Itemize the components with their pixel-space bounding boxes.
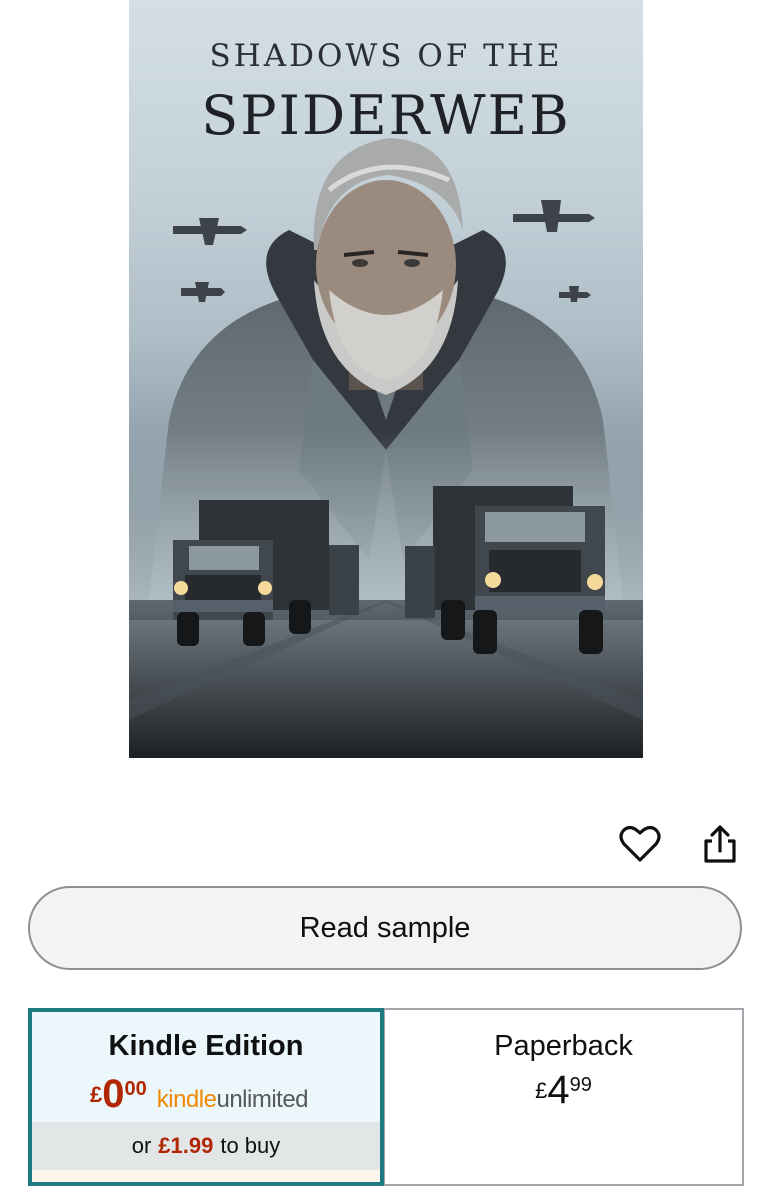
wishlist-button[interactable] bbox=[616, 820, 664, 868]
cover-title-line-2: SPIDERWEB bbox=[201, 84, 571, 147]
buy-suffix: to buy bbox=[220, 1133, 281, 1158]
share-icon bbox=[704, 825, 736, 863]
buy-option: or £1.99 to buy bbox=[32, 1122, 380, 1170]
price-whole: 0 bbox=[102, 1072, 125, 1116]
share-button[interactable] bbox=[696, 820, 744, 868]
format-name: Paperback bbox=[494, 1030, 633, 1062]
kindle-unlimited-logo: kindleunlimited bbox=[156, 1086, 309, 1113]
format-name: Kindle Edition bbox=[108, 1030, 304, 1062]
swatch-bottom-strip bbox=[32, 1170, 380, 1182]
price-whole: 4 bbox=[547, 1068, 570, 1112]
price-fraction: 99 bbox=[569, 1074, 592, 1096]
price-currency: £ bbox=[535, 1078, 548, 1103]
read-sample-button[interactable]: Read sample bbox=[28, 886, 742, 970]
format-swatches: Kindle Edition £ 0 00 kindleunlimited or… bbox=[28, 1008, 744, 1186]
cover-title-line-1: SHADOWS OF THE bbox=[209, 38, 563, 74]
buy-price: £1.99 bbox=[158, 1133, 214, 1158]
book-cover-image[interactable]: SHADOWS OF THE SPIDERWEB bbox=[129, 0, 643, 758]
format-swatch-kindle[interactable]: Kindle Edition £ 0 00 kindleunlimited or… bbox=[28, 1008, 384, 1186]
price-fraction: 00 bbox=[124, 1078, 147, 1100]
paperback-price: £ 4 99 bbox=[385, 1070, 742, 1110]
heart-icon bbox=[619, 826, 661, 862]
price-currency: £ bbox=[90, 1082, 103, 1107]
buy-prefix: or bbox=[131, 1133, 152, 1158]
format-swatch-paperback[interactable]: Paperback £ 4 99 bbox=[384, 1008, 744, 1186]
kindle-price: £ 0 00 kindleunlimited bbox=[90, 1072, 309, 1120]
product-page: SHADOWS OF THE SPIDERWEB Read sample Kin… bbox=[0, 0, 772, 1200]
read-sample-label: Read sample bbox=[299, 911, 471, 944]
